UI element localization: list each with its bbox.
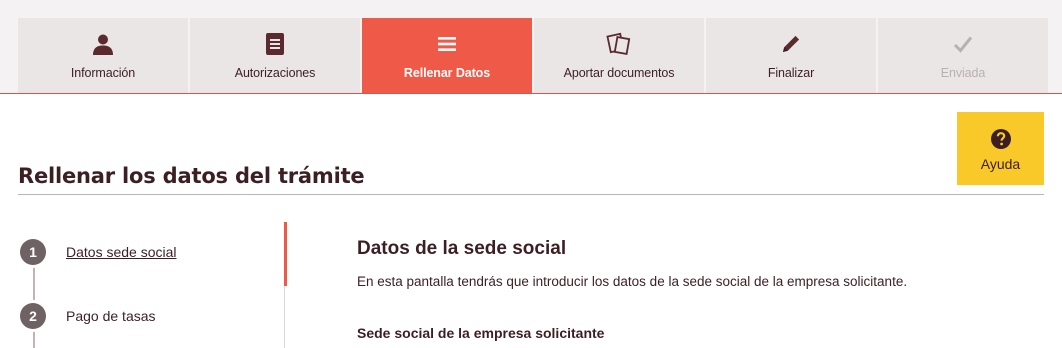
step-informacion[interactable]: Información	[18, 18, 188, 93]
substep-number: 2	[20, 303, 46, 329]
step-label: Finalizar	[767, 66, 815, 80]
user-icon	[91, 32, 115, 56]
papers-icon	[606, 32, 632, 56]
section-title: Datos de la sede social	[357, 238, 567, 259]
step-label: Aportar documentos	[563, 66, 675, 80]
question-circle-icon	[990, 128, 1012, 150]
help-button[interactable]: Ayuda	[957, 112, 1044, 185]
subsection-title: Sede social de la empresa solicitante	[357, 325, 605, 341]
step-autorizaciones[interactable]: Autorizaciones	[190, 18, 360, 93]
step-label: Enviada	[940, 66, 986, 80]
substep-link[interactable]: Datos sede social	[66, 244, 177, 260]
active-section-marker	[284, 222, 287, 286]
section-description: En esta pantalla tendrás que introducir …	[357, 274, 908, 289]
document-icon	[265, 32, 285, 56]
step-aportar-documentos[interactable]: Aportar documentos	[534, 18, 704, 93]
menu-lines-icon	[437, 32, 457, 56]
check-icon	[953, 32, 973, 56]
step-enviada: Enviada	[878, 18, 1048, 93]
substep-datos-sede-social[interactable]: 1 Datos sede social	[20, 239, 177, 265]
step-label: Autorizaciones	[234, 66, 316, 80]
substep-connector	[33, 252, 35, 348]
page-title: Rellenar los datos del trámite	[18, 164, 365, 188]
help-label: Ayuda	[980, 156, 1021, 172]
substep-label: Pago de tasas	[66, 308, 156, 324]
stepbar: Información Autorizaciones Rellenar Dato…	[0, 0, 1062, 94]
step-finalizar[interactable]: Finalizar	[706, 18, 876, 93]
step-label: Información	[70, 66, 136, 80]
step-rellenar-datos[interactable]: Rellenar Datos	[362, 18, 532, 93]
title-divider	[18, 194, 1044, 195]
substep-pago-de-tasas[interactable]: 2 Pago de tasas	[20, 303, 156, 329]
stepbar-tabs: Información Autorizaciones Rellenar Dato…	[18, 18, 1048, 93]
step-label: Rellenar Datos	[403, 66, 491, 80]
pencil-icon	[780, 32, 802, 56]
substep-number: 1	[20, 239, 46, 265]
